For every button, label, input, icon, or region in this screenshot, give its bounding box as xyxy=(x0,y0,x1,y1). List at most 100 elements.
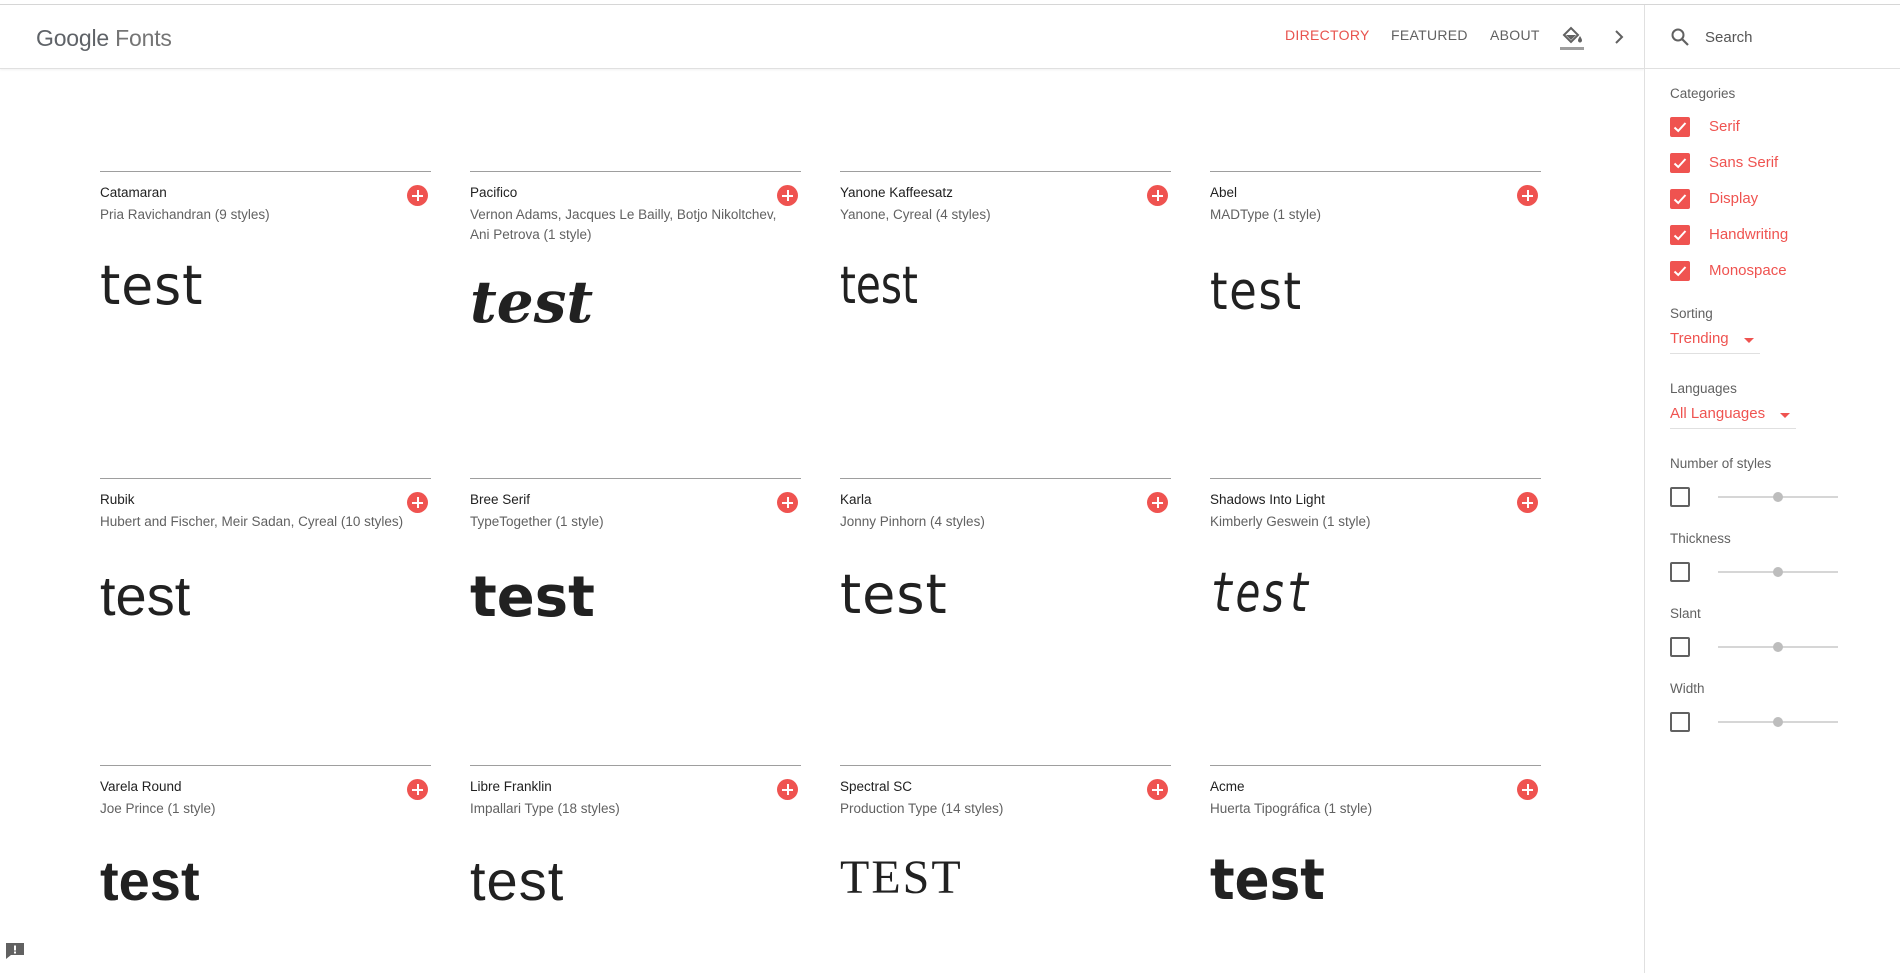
font-card-pacifico[interactable]: Pacifico Vernon Adams, Jacques Le Bailly… xyxy=(470,171,801,336)
width-slider[interactable] xyxy=(1718,715,1838,729)
font-designer: TypeTogether (1 style) xyxy=(470,514,604,529)
sorting-label: Sorting xyxy=(1670,306,1713,321)
number-of-styles-checkbox[interactable] xyxy=(1670,487,1690,507)
font-designer: Pria Ravichandran (9 styles) xyxy=(100,207,270,222)
slant-slider[interactable] xyxy=(1718,640,1838,654)
category-sans-serif[interactable]: Sans Serif xyxy=(1670,151,1880,175)
sorting-dropdown[interactable]: Trending xyxy=(1670,328,1760,354)
checkbox-checked[interactable] xyxy=(1670,189,1690,209)
font-sample: test xyxy=(100,564,191,627)
feedback-icon[interactable] xyxy=(5,942,25,960)
font-name: Acme xyxy=(1210,779,1245,794)
top-app-bar: Google Fonts DIRECTORY FEATURED ABOUT xyxy=(0,5,1644,69)
font-name: Rubik xyxy=(100,492,135,507)
add-font-button[interactable] xyxy=(777,185,798,206)
paint-bucket-icon[interactable] xyxy=(1559,24,1585,52)
category-label: Display xyxy=(1709,190,1759,207)
category-handwriting[interactable]: Handwriting xyxy=(1670,223,1880,247)
slider-thumb[interactable] xyxy=(1773,492,1783,502)
font-card-karla[interactable]: Karla Jonny Pinhorn (4 styles) test xyxy=(840,478,1171,626)
slider-thumb[interactable] xyxy=(1773,642,1783,652)
font-sample: test xyxy=(100,849,200,912)
thickness-label: Thickness xyxy=(1670,531,1731,546)
add-font-button[interactable] xyxy=(1147,492,1168,513)
font-sample: test xyxy=(1210,262,1303,322)
font-designer: Impallari Type (18 styles) xyxy=(470,801,620,816)
font-sample: test xyxy=(100,254,204,317)
font-card-acme[interactable]: Acme Huerta Tipográfica (1 style) test xyxy=(1210,765,1541,913)
font-designer: Joe Prince (1 style) xyxy=(100,801,216,816)
slant-label: Slant xyxy=(1670,606,1701,621)
font-designer: Yanone, Cyreal (4 styles) xyxy=(840,207,991,222)
category-serif[interactable]: Serif xyxy=(1670,115,1880,139)
add-font-button[interactable] xyxy=(407,185,428,206)
slider-thumb[interactable] xyxy=(1773,567,1783,577)
font-card-shadows-into-light[interactable]: Shadows Into Light Kimberly Geswein (1 s… xyxy=(1210,478,1541,624)
logo-fonts: Fonts xyxy=(115,25,172,51)
font-sample: test xyxy=(840,563,948,626)
font-sample: test xyxy=(470,565,595,630)
nav-featured[interactable]: FEATURED xyxy=(1391,27,1468,43)
thickness-slider[interactable] xyxy=(1718,565,1838,579)
categories-label: Categories xyxy=(1670,86,1736,101)
add-font-button[interactable] xyxy=(1147,185,1168,206)
add-font-button[interactable] xyxy=(777,779,798,800)
add-font-button[interactable] xyxy=(407,779,428,800)
font-name: Karla xyxy=(840,492,872,507)
font-name: Yanone Kaffeesatz xyxy=(840,185,953,200)
font-sample: test xyxy=(1210,561,1312,624)
checkbox-checked[interactable] xyxy=(1670,225,1690,245)
chevron-right-icon[interactable] xyxy=(1610,28,1628,46)
checkbox-checked[interactable] xyxy=(1670,261,1690,281)
category-label: Sans Serif xyxy=(1709,154,1779,171)
font-sample: test xyxy=(840,256,918,316)
add-font-button[interactable] xyxy=(1517,779,1538,800)
languages-value: All Languages xyxy=(1670,405,1766,422)
category-monospace[interactable]: Monospace xyxy=(1670,259,1880,283)
add-font-button[interactable] xyxy=(1147,779,1168,800)
add-font-button[interactable] xyxy=(777,492,798,513)
font-card-bree-serif[interactable]: Bree Serif TypeTogether (1 style) test xyxy=(470,478,801,630)
font-name: Shadows Into Light xyxy=(1210,492,1325,507)
font-card-varela-round[interactable]: Varela Round Joe Prince (1 style) test xyxy=(100,765,431,912)
filter-sidebar: Categories Serif Sans Serif Display Hand… xyxy=(1644,5,1900,973)
languages-dropdown[interactable]: All Languages xyxy=(1670,403,1796,429)
category-display[interactable]: Display xyxy=(1670,187,1880,211)
width-label: Width xyxy=(1670,681,1705,696)
font-designer: MADType (1 style) xyxy=(1210,207,1322,222)
font-name: Varela Round xyxy=(100,779,182,794)
google-fonts-logo[interactable]: Google Fonts xyxy=(36,25,172,52)
font-card-spectral-sc[interactable]: Spectral SC Production Type (14 styles) … xyxy=(840,765,1171,904)
checkbox-checked[interactable] xyxy=(1670,117,1690,137)
search-input[interactable] xyxy=(1705,23,1885,51)
search-bar xyxy=(1645,5,1900,69)
category-label: Handwriting xyxy=(1709,226,1789,243)
languages-label: Languages xyxy=(1670,381,1737,396)
font-card-catamaran[interactable]: Catamaran Pria Ravichandran (9 styles) t… xyxy=(100,171,431,317)
caret-down-icon xyxy=(1744,338,1754,343)
number-of-styles-slider[interactable] xyxy=(1718,490,1838,504)
font-designer: Vernon Adams, Jacques Le Bailly, Botjo N… xyxy=(470,207,777,242)
checkbox-checked[interactable] xyxy=(1670,153,1690,173)
sorting-value: Trending xyxy=(1670,330,1729,347)
font-card-rubik[interactable]: Rubik Hubert and Fischer, Meir Sadan, Cy… xyxy=(100,478,431,627)
font-card-libre-franklin[interactable]: Libre Franklin Impallari Type (18 styles… xyxy=(470,765,801,912)
nav-directory[interactable]: DIRECTORY xyxy=(1285,27,1370,43)
font-designer: Jonny Pinhorn (4 styles) xyxy=(840,514,985,529)
add-font-button[interactable] xyxy=(1517,492,1538,513)
nav-about[interactable]: ABOUT xyxy=(1490,27,1540,43)
caret-down-icon xyxy=(1780,413,1790,418)
font-designer: Huerta Tipográfica (1 style) xyxy=(1210,801,1373,816)
add-font-button[interactable] xyxy=(407,492,428,513)
add-font-button[interactable] xyxy=(1517,185,1538,206)
font-sample: test xyxy=(470,268,594,336)
font-card-abel[interactable]: Abel MADType (1 style) test xyxy=(1210,171,1541,322)
thickness-checkbox[interactable] xyxy=(1670,562,1690,582)
font-name: Libre Franklin xyxy=(470,779,552,794)
font-card-yanone-kaffeesatz[interactable]: Yanone Kaffeesatz Yanone, Cyreal (4 styl… xyxy=(840,171,1171,316)
font-sample: test xyxy=(470,849,565,912)
width-checkbox[interactable] xyxy=(1670,712,1690,732)
slider-thumb[interactable] xyxy=(1773,717,1783,727)
slant-checkbox[interactable] xyxy=(1670,637,1690,657)
font-designer: Production Type (14 styles) xyxy=(840,801,1004,816)
